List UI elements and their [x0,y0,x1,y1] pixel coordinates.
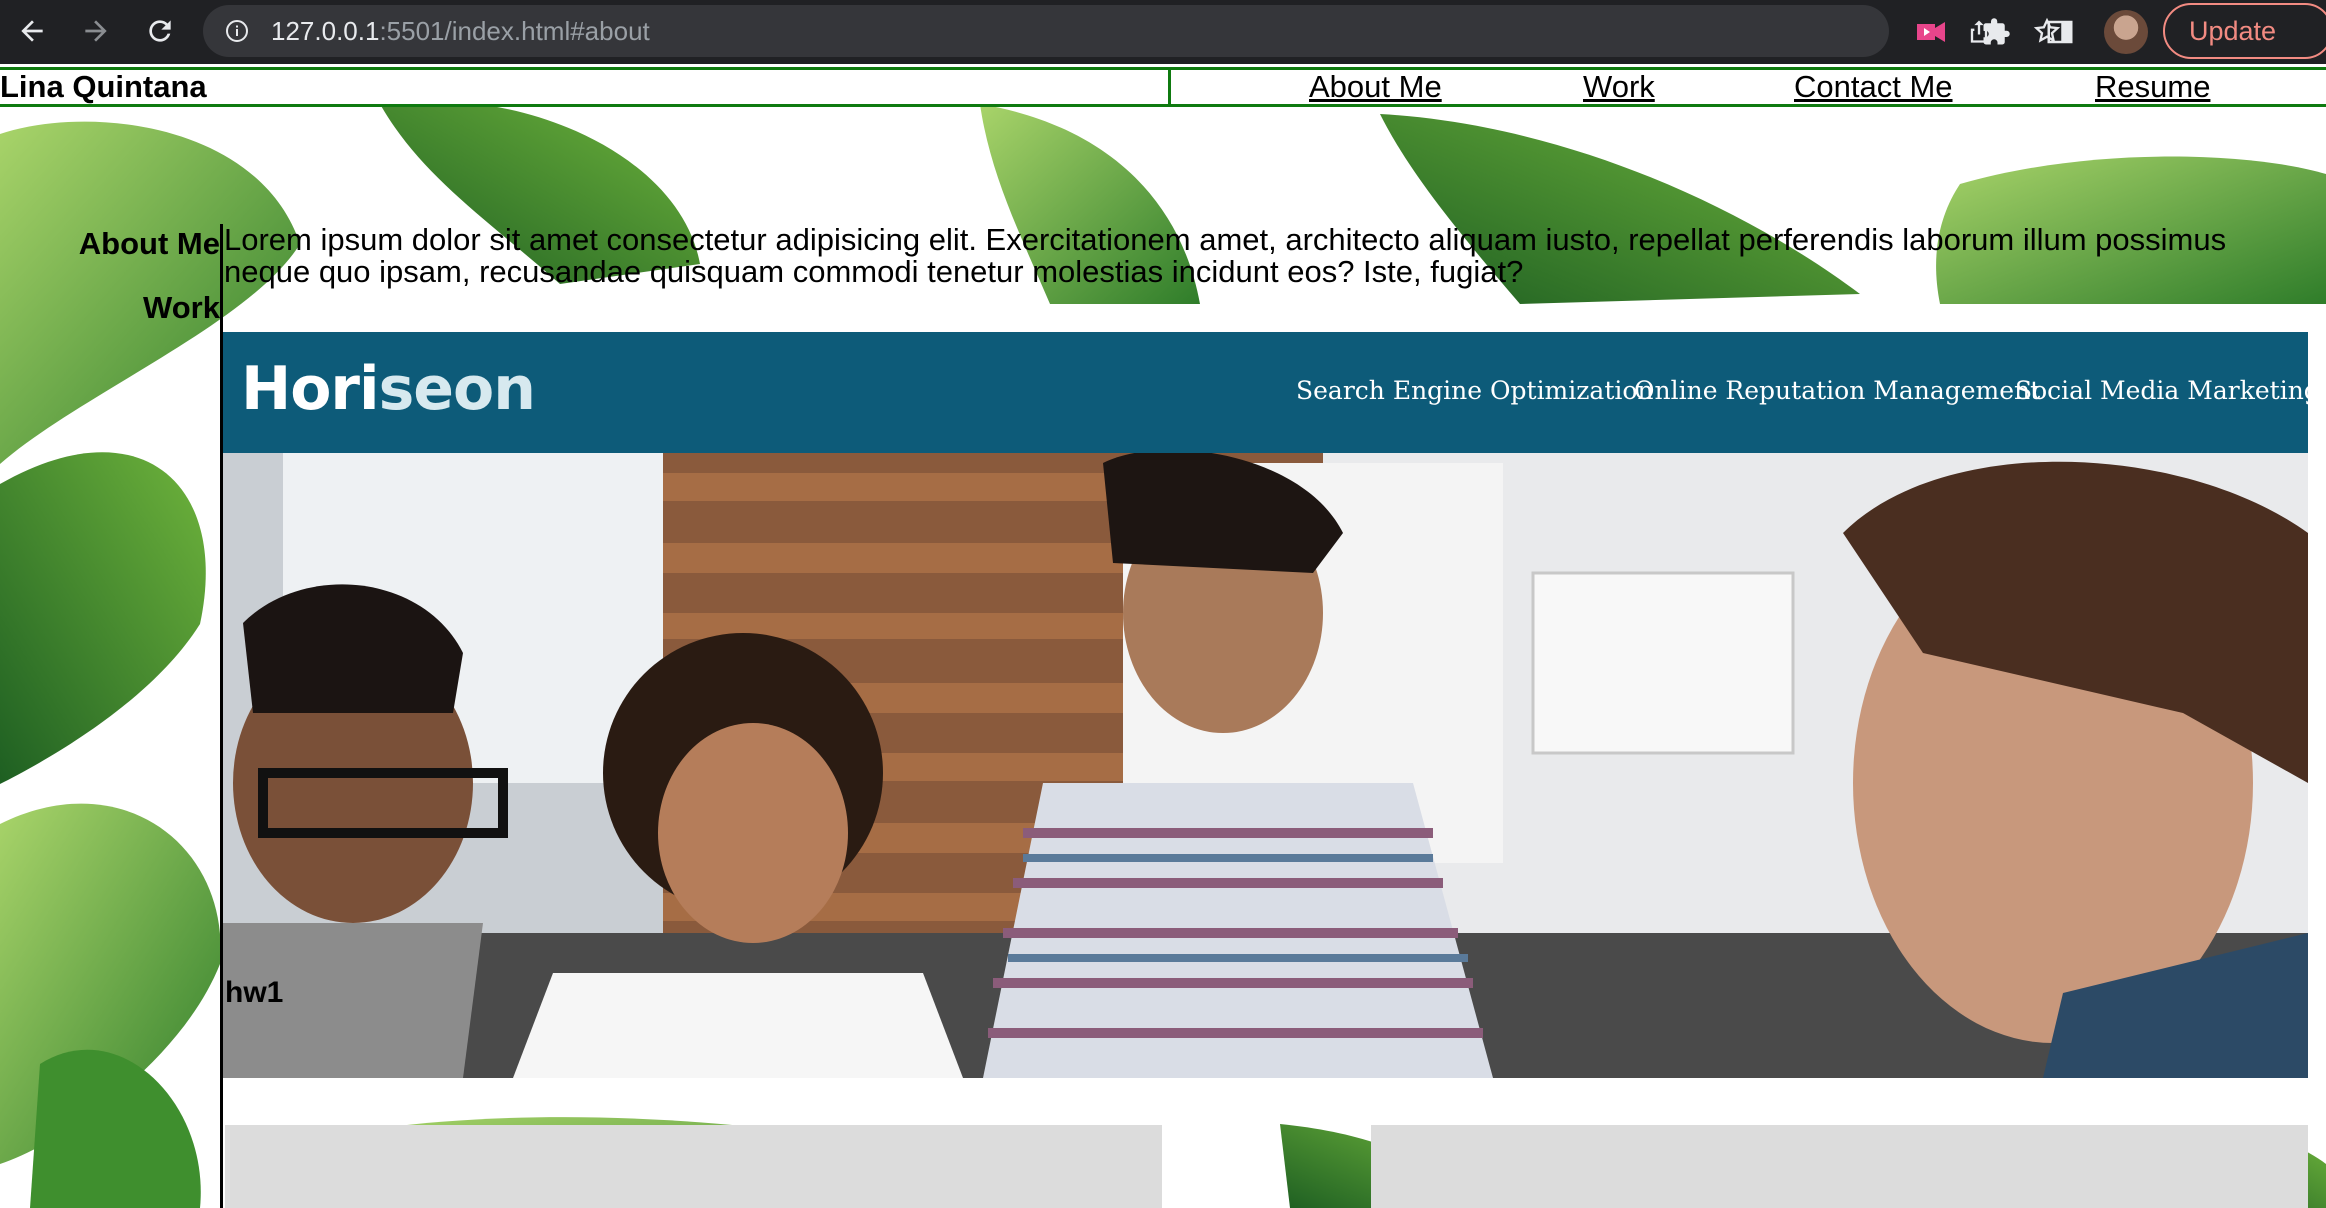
horiseon-nav-seo: Search Engine Optimization [1296,376,1654,405]
project-card-placeholder-1[interactable] [225,1125,1162,1208]
forward-arrow-icon [85,20,107,42]
reload-icon [149,20,171,42]
nav-link-contact-me[interactable]: Contact Me [1794,70,1953,104]
browser-toolbar: 127.0.0.1:5501/index.html#about Update [0,0,2326,64]
nav-link-about-me[interactable]: About Me [1309,70,1442,104]
side-panel-icon[interactable] [2040,12,2080,52]
horiseon-nav-orm: Online Reputation Management [1634,376,2041,405]
update-button[interactable]: Update [2163,3,2326,59]
address-bar[interactable]: 127.0.0.1:5501/index.html#about [203,5,2061,57]
horiseon-header: Horiseon Search Engine Optimization Onli… [223,332,2308,453]
nav-link-resume[interactable]: Resume [2095,70,2210,104]
header-divider [1168,67,1171,107]
forward-button[interactable] [64,0,128,62]
about-paragraph: Lorem ipsum dolor sit amet consectetur a… [224,222,2227,289]
horiseon-logo-main: Hori [241,354,380,424]
horiseon-logo: Horiseon [241,354,536,424]
project-label-hw1: hw1 [225,976,284,1009]
url-path: :5501/index.html#about [379,16,650,46]
url-text: 127.0.0.1:5501/index.html#about [271,5,650,57]
horiseon-hero-image [223,453,2308,1078]
extension-media-icon[interactable] [1912,12,1952,52]
extensions-puzzle-icon[interactable] [1976,12,2016,52]
site-info-icon[interactable] [225,19,249,43]
profile-avatar[interactable] [2104,10,2148,54]
side-link-work[interactable]: Work [0,290,220,326]
back-arrow-icon [21,20,43,42]
reload-button[interactable] [128,0,192,62]
nav-link-work[interactable]: Work [1583,70,1655,104]
back-button[interactable] [0,0,64,62]
horiseon-nav-smm: Social Media Marketing [2015,376,2308,405]
project-card-horiseon[interactable]: Horiseon Search Engine Optimization Onli… [223,332,2308,1078]
site-brand-name: Lina Quintana [0,69,207,104]
project-card-placeholder-2[interactable] [1371,1125,2308,1208]
side-link-about-me[interactable]: About Me [0,226,220,262]
site-header: Lina Quintana About Me Work Contact Me R… [0,67,2326,107]
horiseon-logo-light: seon [378,354,536,424]
url-host: 127.0.0.1 [271,16,380,46]
webpage: Lina Quintana About Me Work Contact Me R… [0,64,2326,1208]
